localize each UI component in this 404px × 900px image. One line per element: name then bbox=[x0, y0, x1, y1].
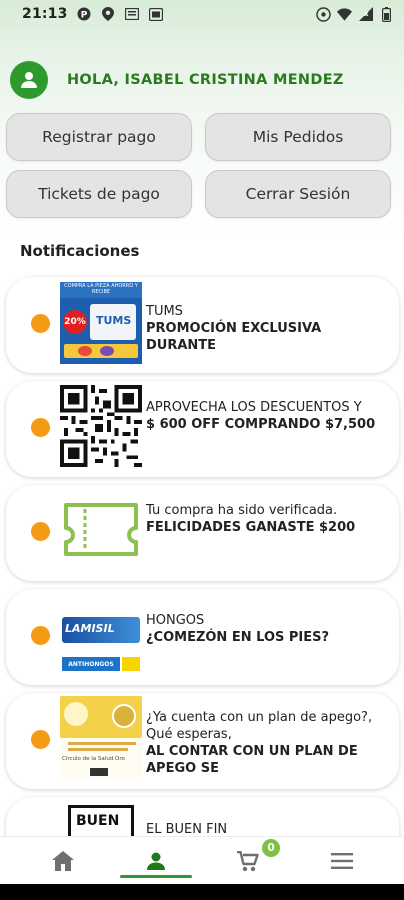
lamisil-product-image: LAMISIL ANTIHONGOS bbox=[60, 593, 142, 675]
bottom-navigation: 0 bbox=[0, 836, 404, 884]
unread-dot bbox=[31, 522, 50, 541]
my-orders-button[interactable]: Mis Pedidos bbox=[205, 113, 391, 161]
unread-dot bbox=[31, 730, 50, 749]
home-icon[interactable] bbox=[49, 847, 77, 875]
notification-headline: AL CONTAR CON UN PLAN DE APEGO SE bbox=[146, 744, 358, 776]
notification-text: ¿Ya cuenta con un plan de apego?, Qué es… bbox=[146, 709, 391, 777]
notification-text: TUMS PROMOCIÓN EXCLUSIVA DURANTE bbox=[146, 303, 391, 354]
parking-icon: P bbox=[77, 7, 92, 22]
unread-dot bbox=[31, 314, 50, 333]
signal-icon: x bbox=[358, 7, 373, 22]
notification-headline: FELICIDADES GANASTE $200 bbox=[146, 520, 356, 535]
notification-text: HONGOS ¿COMEZÓN EN LOS PIES? bbox=[146, 612, 391, 646]
cart-count-badge: 0 bbox=[262, 839, 280, 857]
register-payment-button[interactable]: Registrar pago bbox=[6, 113, 192, 161]
notification-subtitle: Tu compra ha sido verificada. bbox=[146, 503, 338, 518]
tums-headline: COMPRA LA PIEZA AHORRO Y RECIBE bbox=[60, 282, 142, 298]
qr-code-image bbox=[60, 385, 142, 467]
user-greeting: HOLA, ISABEL CRISTINA MENDEZ bbox=[10, 60, 344, 100]
circulo-salud-image: Círculo de la Salud Oro bbox=[60, 696, 142, 778]
svg-text:x: x bbox=[364, 10, 369, 18]
notification-card[interactable]: COMPRA LA PIEZA AHORRO Y RECIBE 20% TUMS… bbox=[6, 277, 399, 373]
active-tab-indicator bbox=[120, 875, 192, 878]
logout-button[interactable]: Cerrar Sesión bbox=[205, 170, 391, 218]
notification-subtitle: ¿Ya cuenta con un plan de apego?, Qué es… bbox=[146, 710, 373, 742]
email-icon bbox=[125, 7, 140, 22]
notification-card[interactable]: Círculo de la Salud Oro ¿Ya cuenta con u… bbox=[6, 693, 399, 789]
notification-headline: PROMOCIÓN EXCLUSIVA DURANTE bbox=[146, 321, 322, 353]
notification-text: APROVECHA LOS DESCUENTOS Y $ 600 OFF COM… bbox=[146, 399, 391, 433]
unread-dot bbox=[31, 418, 50, 437]
lamisil-tag: ANTIHONGOS bbox=[62, 657, 120, 671]
battery-icon bbox=[379, 6, 394, 22]
tums-brand: TUMS bbox=[96, 314, 132, 327]
notification-subtitle: HONGOS bbox=[146, 613, 205, 628]
status-time: 21:13 bbox=[22, 6, 68, 22]
tums-promo-image: COMPRA LA PIEZA AHORRO Y RECIBE 20% TUMS bbox=[60, 282, 142, 364]
notification-subtitle: APROVECHA LOS DESCUENTOS Y bbox=[146, 400, 362, 415]
lamisil-brand: LAMISIL bbox=[65, 622, 115, 635]
circulo-label: Círculo de la Salud Oro bbox=[62, 756, 125, 762]
notification-card[interactable]: Tu compra ha sido verificada. FELICIDADE… bbox=[6, 485, 399, 581]
notifications-heading: Notificaciones bbox=[20, 242, 140, 260]
profile-icon[interactable] bbox=[142, 847, 170, 875]
notification-headline: $ 600 OFF COMPRANDO $7,500 bbox=[146, 417, 376, 432]
notification-text: Tu compra ha sido verificada. FELICIDADE… bbox=[146, 502, 391, 536]
greeting-text: HOLA, ISABEL CRISTINA MENDEZ bbox=[67, 72, 344, 88]
status-bar: 21:13 P x bbox=[0, 0, 404, 28]
tums-discount-badge: 20% bbox=[63, 310, 87, 334]
wifi-icon bbox=[337, 7, 352, 22]
notification-subtitle: TUMS bbox=[146, 304, 183, 319]
system-navigation-bar bbox=[0, 884, 404, 900]
unread-dot bbox=[31, 626, 50, 645]
cart-icon[interactable] bbox=[234, 847, 262, 875]
location-icon bbox=[101, 7, 116, 22]
gallery-icon bbox=[149, 7, 164, 22]
notification-card[interactable]: LAMISIL ANTIHONGOS HONGOS ¿COMEZÓN EN LO… bbox=[6, 589, 399, 685]
hotspot-icon bbox=[316, 6, 331, 22]
buen-fin-label: BUEN bbox=[76, 813, 120, 829]
notification-headline: ¿COMEZÓN EN LOS PIES? bbox=[146, 630, 330, 645]
svg-text:P: P bbox=[81, 11, 88, 21]
payment-tickets-button[interactable]: Tickets de pago bbox=[6, 170, 192, 218]
notification-card[interactable]: APROVECHA LOS DESCUENTOS Y $ 600 OFF COM… bbox=[6, 381, 399, 477]
avatar[interactable] bbox=[10, 61, 48, 99]
ticket-icon bbox=[60, 492, 142, 574]
menu-icon[interactable] bbox=[328, 847, 356, 875]
person-icon bbox=[21, 72, 37, 88]
